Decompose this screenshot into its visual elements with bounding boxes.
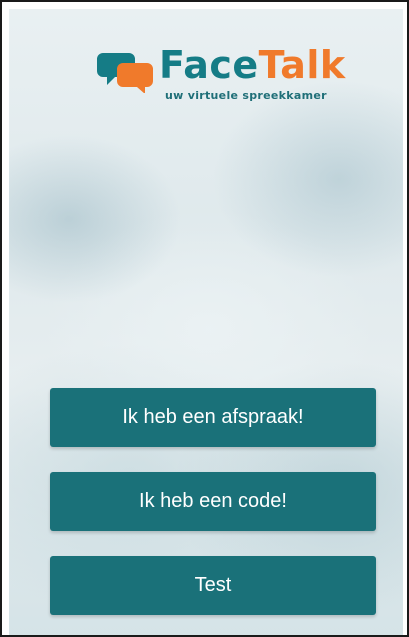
brand-tagline: uw virtuele spreekkamer bbox=[165, 89, 327, 102]
brand-name-face: Face bbox=[159, 43, 259, 87]
phone-frame: FaceTalk uw virtuele spreekkamer Ik heb … bbox=[0, 0, 409, 637]
appointment-button[interactable]: Ik heb een afspraak! bbox=[50, 388, 376, 447]
brand-name: FaceTalk bbox=[159, 43, 346, 87]
code-button[interactable]: Ik heb een code! bbox=[50, 472, 376, 531]
facetalk-logo: FaceTalk uw virtuele spreekkamer bbox=[97, 43, 347, 107]
brand-name-talk: Talk bbox=[258, 43, 346, 87]
speech-bubbles-icon bbox=[97, 53, 153, 93]
app-screen: FaceTalk uw virtuele spreekkamer Ik heb … bbox=[9, 9, 403, 635]
test-button[interactable]: Test bbox=[50, 556, 376, 615]
